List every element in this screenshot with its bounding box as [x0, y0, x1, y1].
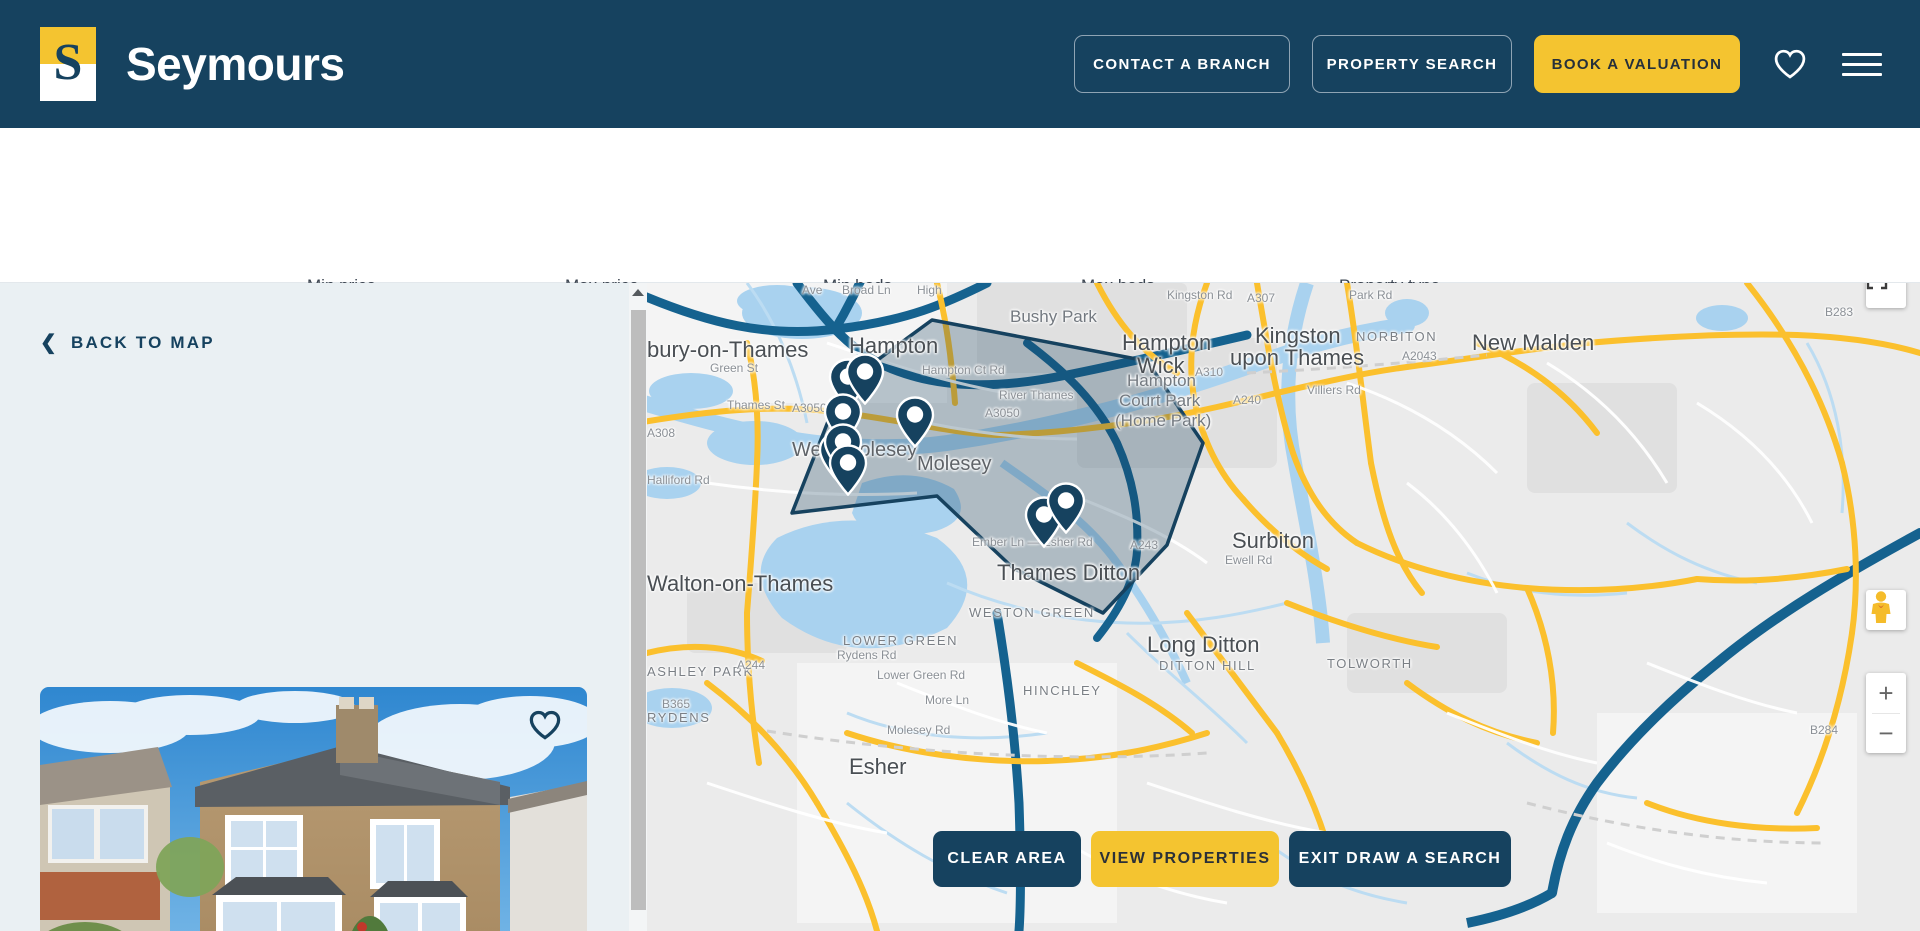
chevron-left-icon: ❮	[40, 332, 59, 354]
fullscreen-icon[interactable]	[1866, 283, 1906, 308]
contact-a-branch-button[interactable]: CONTACT A BRANCH	[1074, 35, 1290, 93]
search-map[interactable]: bury-on-Thames Hampton Bushy Park Hampton Wi…	[647, 283, 1920, 931]
hamburger-menu-icon[interactable]	[1842, 42, 1886, 86]
site-header: S Seymours CONTACT A BRANCH PROPERTY SEA…	[0, 0, 1920, 128]
scroll-up-arrow-icon[interactable]	[629, 283, 647, 301]
book-a-valuation-button[interactable]: BOOK A VALUATION	[1534, 35, 1740, 93]
back-to-map-link[interactable]: ❮ BACK TO MAP	[40, 333, 215, 353]
header-actions: CONTACT A BRANCH PROPERTY SEARCH BOOK A …	[1074, 35, 1920, 93]
back-to-map-label: BACK TO MAP	[70, 333, 215, 352]
property-map-marker[interactable]	[895, 396, 935, 448]
scrollbar-thumb[interactable]	[631, 310, 646, 910]
seymours-logo-mark: S	[40, 27, 96, 101]
search-filter-bar: BUY RENT Min price No min Max price No m…	[0, 128, 1920, 404]
exit-draw-search-button[interactable]: EXIT DRAW A SEARCH	[1289, 831, 1511, 887]
property-sidebar: ❮ BACK TO MAP	[0, 283, 629, 931]
map-zoom-controls: + −	[1866, 673, 1906, 753]
brand-logo[interactable]: S Seymours	[40, 27, 345, 101]
sidebar-scrollbar[interactable]	[629, 283, 647, 931]
burger-line	[1842, 62, 1882, 66]
brand-name: Seymours	[126, 38, 345, 90]
property-search-button[interactable]: PROPERTY SEARCH	[1312, 35, 1512, 93]
street-view-pegman-icon[interactable]	[1866, 590, 1906, 630]
zoom-in-button[interactable]: +	[1866, 673, 1906, 713]
zoom-out-button[interactable]: −	[1866, 713, 1906, 753]
burger-line	[1842, 52, 1882, 56]
clear-area-button[interactable]: CLEAR AREA	[933, 831, 1081, 887]
map-action-buttons: CLEAR AREA VIEW PROPERTIES EXIT DRAW A S…	[933, 831, 1511, 887]
burger-line	[1842, 72, 1882, 76]
heart-icon[interactable]	[1768, 42, 1812, 86]
logo-letter: S	[53, 34, 83, 91]
property-photo[interactable]	[40, 687, 587, 931]
favourite-property-heart-icon[interactable]	[525, 707, 565, 743]
property-map-marker[interactable]	[828, 444, 868, 496]
property-map-marker[interactable]	[1046, 482, 1086, 534]
view-properties-button[interactable]: VIEW PROPERTIES	[1091, 831, 1279, 887]
